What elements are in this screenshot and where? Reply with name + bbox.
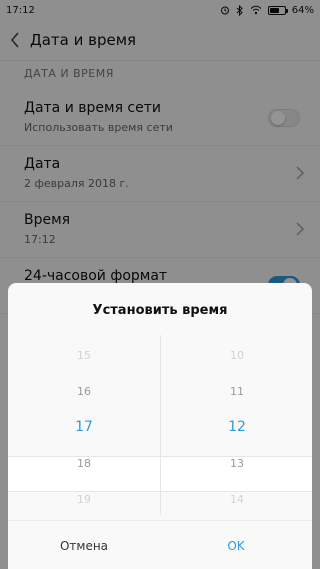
- minute-value[interactable]: 14: [161, 493, 312, 506]
- hour-value[interactable]: 19: [8, 493, 160, 506]
- hour-value[interactable]: 16: [8, 385, 160, 398]
- dialog-buttons: Отмена OK: [8, 520, 312, 569]
- minute-picker[interactable]: 10 11 12 13 14: [160, 335, 312, 515]
- ok-button[interactable]: OK: [160, 521, 312, 569]
- minute-value[interactable]: 12: [161, 419, 312, 435]
- hour-value[interactable]: 15: [8, 349, 160, 362]
- minute-value[interactable]: 10: [161, 349, 312, 362]
- hour-value[interactable]: 17: [8, 419, 160, 435]
- minute-value[interactable]: 13: [161, 457, 312, 470]
- hour-picker[interactable]: 15 16 17 18 19: [8, 335, 160, 515]
- cancel-button[interactable]: Отмена: [8, 521, 160, 569]
- minute-value[interactable]: 11: [161, 385, 312, 398]
- time-pickers: 15 16 17 18 19 10 11 12 13 14: [8, 335, 312, 515]
- time-picker-dialog: Установить время 15 16 17 18 19 10 11 12 13 14 О…: [8, 283, 312, 569]
- hour-value[interactable]: 18: [8, 457, 160, 470]
- dialog-title: Установить время: [92, 303, 228, 318]
